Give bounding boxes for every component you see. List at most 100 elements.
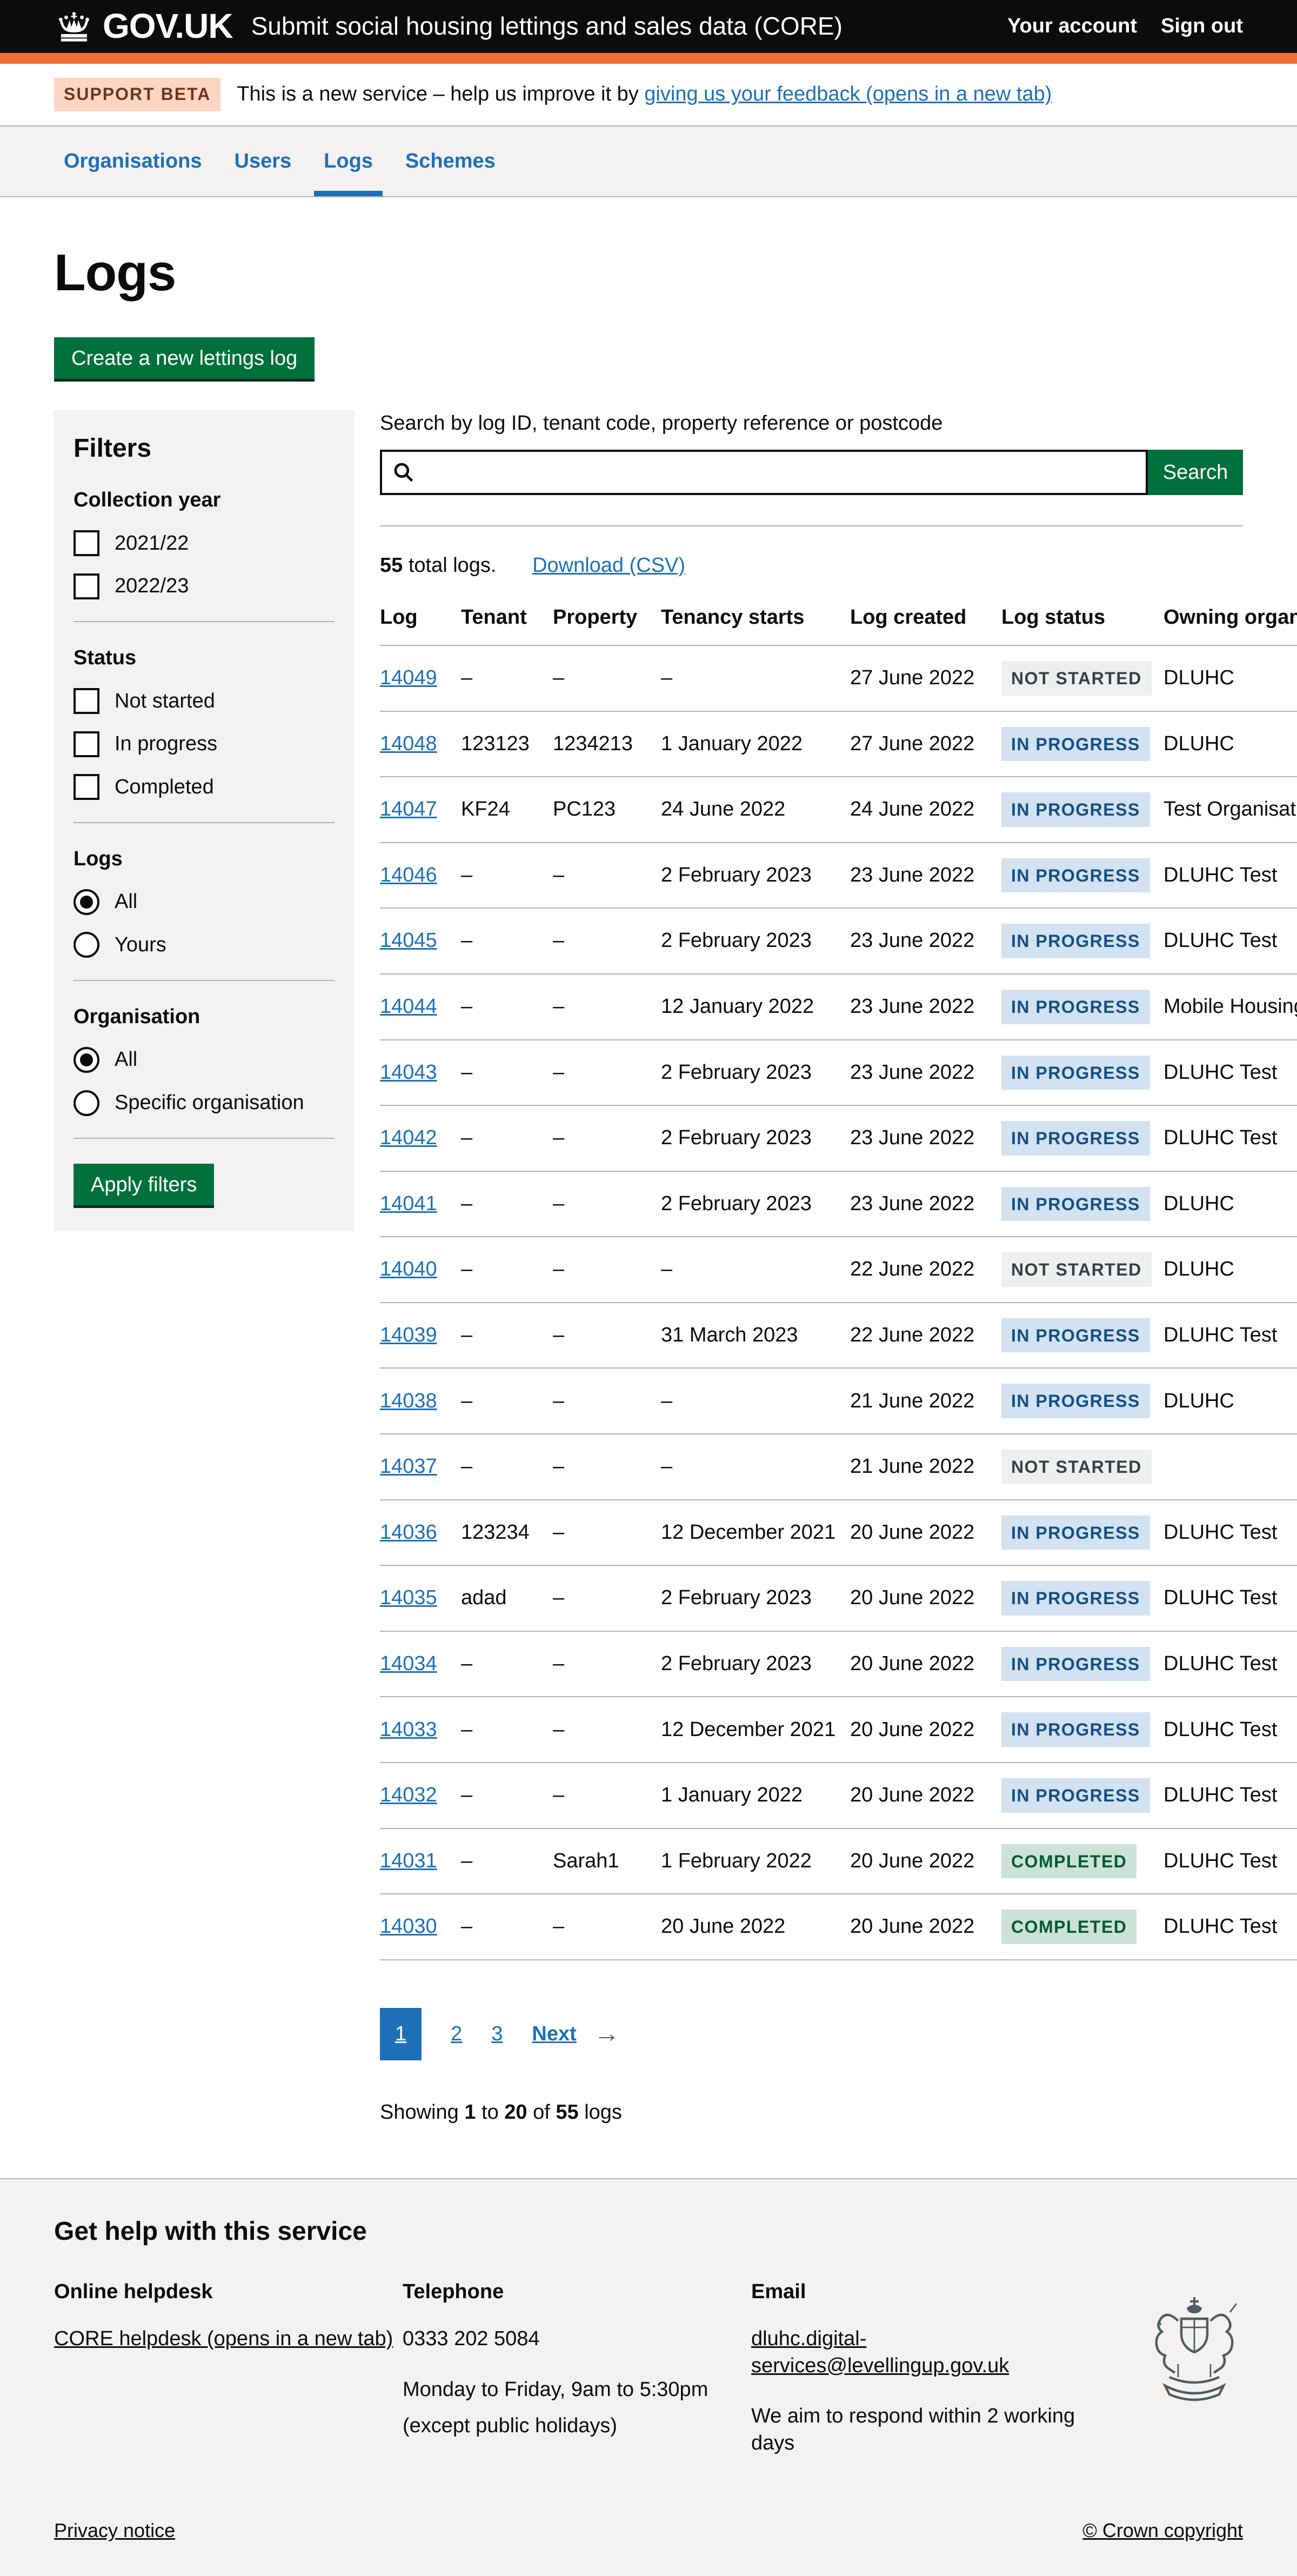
checkbox-completed[interactable] bbox=[73, 774, 99, 800]
checkbox-label[interactable]: In progress bbox=[115, 731, 217, 757]
download-csv-link[interactable]: Download (CSV) bbox=[532, 554, 685, 577]
privacy-notice-link[interactable]: Privacy notice bbox=[54, 2518, 175, 2544]
govuk-home-link[interactable]: GOV.UK bbox=[54, 4, 233, 49]
email-link[interactable]: dluhc.digital-services@levellingup.gov.u… bbox=[751, 2327, 1009, 2377]
nav-link-users[interactable]: Users bbox=[225, 126, 302, 196]
log-id-link[interactable]: 14044 bbox=[380, 995, 437, 1018]
log-id-link[interactable]: 14036 bbox=[380, 1521, 437, 1544]
property-cell: – bbox=[553, 1631, 661, 1697]
checkbox-row: Not started bbox=[73, 688, 335, 715]
pagination-page-3[interactable]: 3 bbox=[491, 2021, 503, 2047]
log-id-link[interactable]: 14049 bbox=[380, 666, 437, 689]
log-id-link[interactable]: 14042 bbox=[380, 1126, 437, 1149]
radio-logs-all[interactable] bbox=[73, 889, 99, 915]
radio-label[interactable]: Specific organisation bbox=[115, 1090, 304, 1116]
nav-link-schemes[interactable]: Schemes bbox=[396, 126, 505, 196]
feedback-link[interactable]: giving us your feedback (opens in a new … bbox=[644, 83, 1052, 105]
your-account-link[interactable]: Your account bbox=[1007, 13, 1137, 39]
radio-organisation-all[interactable] bbox=[73, 1047, 99, 1073]
checkbox-not-started[interactable] bbox=[73, 688, 99, 714]
checkbox-in-progress[interactable] bbox=[73, 731, 99, 757]
log-id-link[interactable]: 14033 bbox=[380, 1718, 437, 1741]
apply-filters-button[interactable]: Apply filters bbox=[73, 1164, 214, 1205]
property-cell: – bbox=[553, 1763, 661, 1828]
checkbox-row: 2021/22 bbox=[73, 530, 335, 557]
pagination-page-1[interactable]: 1 bbox=[380, 2008, 422, 2060]
nav-link-organisations[interactable]: Organisations bbox=[54, 126, 212, 196]
service-name-link[interactable]: Submit social housing lettings and sales… bbox=[251, 10, 843, 43]
log-created-cell: 23 June 2022 bbox=[850, 908, 1001, 974]
checkbox-2022-23[interactable] bbox=[73, 573, 99, 599]
checkbox-2021-22[interactable] bbox=[73, 530, 99, 556]
logs-table: Log Tenant Property Tenancy starts Log c… bbox=[380, 604, 1297, 1960]
showing-mid1: to bbox=[476, 2101, 504, 2124]
status-badge: IN PROGRESS bbox=[1001, 1121, 1150, 1156]
log-id-link[interactable]: 14037 bbox=[380, 1455, 437, 1478]
owning-organisation-cell: DLUHC Test bbox=[1164, 1697, 1297, 1763]
table-header-row: Log Tenant Property Tenancy starts Log c… bbox=[380, 604, 1297, 645]
log-id-link[interactable]: 14048 bbox=[380, 732, 437, 755]
log-id-link[interactable]: 14034 bbox=[380, 1652, 437, 1675]
telephone-hours: Monday to Friday, 9am to 5:30pm bbox=[403, 2377, 751, 2403]
nav-item-logs[interactable]: Logs bbox=[314, 126, 383, 196]
log-id-link[interactable]: 14045 bbox=[380, 929, 437, 952]
tenant-cell: – bbox=[461, 1237, 553, 1303]
log-id-link[interactable]: 14043 bbox=[380, 1061, 437, 1084]
log-id-link[interactable]: 14046 bbox=[380, 864, 437, 886]
pagination-next-link[interactable]: Next bbox=[532, 2021, 576, 2047]
log-id-link[interactable]: 14031 bbox=[380, 1850, 437, 1872]
organisation-legend: Organisation bbox=[73, 1004, 335, 1030]
checkbox-label[interactable]: Completed bbox=[115, 774, 214, 800]
filter-divider bbox=[73, 980, 335, 981]
log-id-link[interactable]: 14047 bbox=[380, 798, 437, 820]
owning-organisation-cell: Mobile Housing bbox=[1164, 974, 1297, 1040]
log-id-link[interactable]: 14035 bbox=[380, 1586, 437, 1609]
search-button[interactable]: Search bbox=[1148, 450, 1243, 495]
crown-copyright-link[interactable]: © Crown copyright bbox=[1082, 2518, 1243, 2544]
property-cell: Sarah1 bbox=[553, 1828, 661, 1894]
search-input[interactable] bbox=[380, 450, 1148, 495]
nav-item-users[interactable]: Users bbox=[225, 126, 302, 196]
property-cell: – bbox=[553, 974, 661, 1040]
property-cell: – bbox=[553, 1171, 661, 1237]
radio-label[interactable]: Yours bbox=[115, 932, 166, 958]
tenancy-starts-cell: – bbox=[661, 645, 850, 711]
telephone-title: Telephone bbox=[403, 2279, 751, 2305]
nav-link-logs[interactable]: Logs bbox=[314, 126, 383, 196]
log-id-link[interactable]: 14041 bbox=[380, 1192, 437, 1215]
checkbox-label[interactable]: 2021/22 bbox=[115, 530, 189, 557]
logs-table-body: 14049 – – – 27 June 2022 NOT STARTED DLU… bbox=[380, 645, 1297, 1960]
radio-logs-yours[interactable] bbox=[73, 932, 99, 958]
radio-label[interactable]: All bbox=[115, 1046, 137, 1073]
pagination-page-2[interactable]: 2 bbox=[451, 2021, 462, 2047]
core-helpdesk-link[interactable]: CORE helpdesk (opens in a new tab) bbox=[54, 2327, 393, 2350]
create-lettings-log-button[interactable]: Create a new lettings log bbox=[54, 337, 315, 379]
nav-item-organisations[interactable]: Organisations bbox=[54, 126, 212, 196]
log-created-cell: 23 June 2022 bbox=[850, 974, 1001, 1040]
checkbox-row: Completed bbox=[73, 774, 335, 800]
radio-label[interactable]: All bbox=[115, 889, 137, 915]
sign-out-link[interactable]: Sign out bbox=[1161, 13, 1243, 39]
checkbox-label[interactable]: 2022/23 bbox=[115, 573, 189, 599]
log-id-link[interactable]: 14038 bbox=[380, 1390, 437, 1412]
table-row: 14046 – – 2 February 2023 23 June 2022 I… bbox=[380, 843, 1297, 909]
checkbox-label[interactable]: Not started bbox=[115, 688, 215, 715]
log-id-link[interactable]: 14039 bbox=[380, 1324, 437, 1346]
tenancy-starts-cell: 2 February 2023 bbox=[661, 1040, 850, 1106]
phase-banner: SUPPORT BETA This is a new service – hel… bbox=[0, 64, 1297, 126]
log-created-cell: 21 June 2022 bbox=[850, 1434, 1001, 1500]
table-row: 14030 – – 20 June 2022 20 June 2022 COMP… bbox=[380, 1894, 1297, 1960]
nav-item-schemes[interactable]: Schemes bbox=[396, 126, 505, 196]
owning-organisation-cell: DLUHC Test bbox=[1164, 1303, 1297, 1369]
log-id-link[interactable]: 14030 bbox=[380, 1915, 437, 1938]
log-id-link[interactable]: 14032 bbox=[380, 1784, 437, 1806]
table-row: 14041 – – 2 February 2023 23 June 2022 I… bbox=[380, 1171, 1297, 1237]
log-id-link[interactable]: 14040 bbox=[380, 1258, 437, 1280]
logs-legend: Logs bbox=[73, 846, 335, 872]
property-cell: – bbox=[553, 1894, 661, 1960]
table-row: 14043 – – 2 February 2023 23 June 2022 I… bbox=[380, 1040, 1297, 1106]
tenancy-starts-cell: 1 January 2022 bbox=[661, 1763, 850, 1828]
log-created-cell: 27 June 2022 bbox=[850, 711, 1001, 777]
property-cell: – bbox=[553, 1565, 661, 1631]
radio-specific-organisation[interactable] bbox=[73, 1090, 99, 1116]
